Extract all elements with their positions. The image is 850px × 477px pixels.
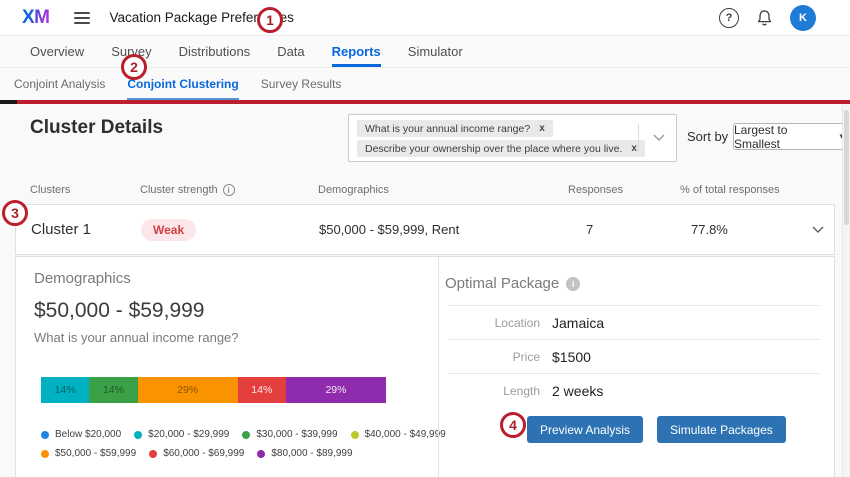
- column-header: Clusters i: [30, 184, 140, 196]
- column-header: Responses i: [568, 184, 680, 196]
- header-actions: ? K: [719, 5, 816, 31]
- package-attribute-row: Length 2 weeks: [448, 373, 820, 407]
- notifications-bell-icon[interactable]: [756, 9, 773, 27]
- question-filter-multiselect[interactable]: What is your annual income range? x Desc…: [348, 114, 677, 162]
- attribute-value: Jamaica: [552, 315, 820, 331]
- chart-legend: Below $20,000 $20,000 - $29,999 $30,000 …: [41, 429, 416, 459]
- legend-item: $20,000 - $29,999: [134, 429, 229, 440]
- app-window: XM Vacation Package Preferences ? K Over…: [0, 0, 850, 477]
- legend-item: $30,000 - $39,999: [242, 429, 337, 440]
- collapse-row-chevron-icon[interactable]: [812, 226, 824, 234]
- column-header: % of total responses i: [680, 184, 800, 196]
- legend-dot: [242, 431, 250, 439]
- bar-segment: 14%: [238, 377, 286, 403]
- report-subtab[interactable]: Conjoint Analysis: [14, 68, 105, 100]
- page-title: Cluster Details: [30, 117, 163, 139]
- main-tab[interactable]: Distributions: [179, 36, 251, 67]
- optimal-package-panel: Optimal Package i Location Jamaica Price…: [438, 257, 834, 477]
- main-tab[interactable]: Data: [277, 36, 304, 67]
- xm-logo[interactable]: XM: [22, 7, 50, 29]
- filter-tag: Describe your ownership over the place w…: [357, 140, 645, 157]
- legend-item: $60,000 - $69,999: [149, 448, 244, 459]
- main-tab[interactable]: Reports: [332, 36, 381, 67]
- app-header: XM Vacation Package Preferences ? K: [0, 0, 850, 36]
- scrollbar-thumb[interactable]: [844, 110, 849, 225]
- legend-row: Below $20,000 $20,000 - $29,999 $30,000 …: [41, 429, 446, 440]
- income-distribution-bar: 14% 14% 29% 14%: [41, 377, 386, 403]
- filter-chevron-down-icon[interactable]: [653, 134, 665, 142]
- attribute-label: Length: [448, 384, 540, 398]
- cluster-table-header: Clusters i Cluster strength i Demographi…: [15, 184, 835, 196]
- user-avatar[interactable]: K: [790, 5, 816, 31]
- attribute-label: Price: [448, 350, 540, 364]
- legend-dot: [351, 431, 359, 439]
- legend-dot: [257, 450, 265, 458]
- demographics-title: Demographics: [34, 270, 418, 287]
- annotation-step-2: 2: [121, 54, 147, 80]
- legend-row: $50,000 - $59,999 $60,000 - $69,999 $80,…: [41, 448, 353, 459]
- filter-divider: [638, 124, 639, 152]
- info-icon[interactable]: i: [223, 184, 235, 196]
- cluster-responses-cell: 7: [569, 222, 681, 237]
- demographics-top-answer: $50,000 - $59,999: [34, 299, 418, 323]
- main-tab[interactable]: Simulator: [408, 36, 463, 67]
- column-header: Demographics i: [318, 184, 568, 196]
- filter-tag-list: What is your annual income range? x Desc…: [357, 120, 645, 157]
- legend-item: $40,000 - $49,999: [351, 429, 446, 440]
- bar-segment: 14%: [41, 377, 89, 403]
- column-header: Cluster strength i: [140, 184, 318, 196]
- demographics-panel: Demographics $50,000 - $59,999 What is y…: [16, 257, 438, 477]
- sort-by-label: Sort by: [687, 129, 728, 144]
- bar-segment: 29%: [138, 377, 238, 403]
- cluster-pct-cell: 77.8%: [681, 222, 801, 237]
- cluster-demographics-cell: $50,000 - $59,999, Rent: [319, 222, 569, 237]
- legend-dot: [41, 431, 49, 439]
- main-tab[interactable]: Overview: [30, 36, 84, 67]
- sort-order-dropdown[interactable]: Largest to Smallest ▾: [733, 123, 845, 150]
- attribute-value: 2 weeks: [552, 383, 820, 399]
- report-subtab[interactable]: Survey Results: [261, 68, 342, 100]
- annotation-step-3: 3: [2, 200, 28, 226]
- legend-dot: [149, 450, 157, 458]
- cluster-row[interactable]: Cluster 1 Weak $50,000 - $59,999, Rent 7…: [15, 204, 835, 255]
- action-button[interactable]: Preview Analysis: [527, 416, 643, 443]
- legend-item: $50,000 - $59,999: [41, 448, 136, 459]
- legend-item: Below $20,000: [41, 429, 121, 440]
- package-attribute-row: Location Jamaica: [448, 305, 820, 339]
- bar-segment: 14%: [89, 377, 137, 403]
- annotation-divider-line: [0, 100, 850, 104]
- info-icon[interactable]: i: [566, 277, 580, 291]
- remove-tag-icon[interactable]: x: [539, 123, 545, 134]
- filter-tag: What is your annual income range? x: [357, 120, 553, 137]
- demographics-question: What is your annual income range?: [34, 330, 418, 345]
- remove-tag-icon[interactable]: x: [631, 143, 637, 154]
- cluster-report-content: Cluster Details What is your annual inco…: [0, 104, 850, 477]
- package-attribute-row: Price $1500: [448, 339, 820, 373]
- vertical-scrollbar[interactable]: [842, 104, 850, 477]
- help-icon[interactable]: ?: [719, 8, 739, 28]
- annotation-step-4: 4: [500, 412, 526, 438]
- legend-dot: [41, 450, 49, 458]
- cluster-detail-panel: Demographics $50,000 - $59,999 What is y…: [15, 256, 835, 477]
- package-attributes: Location Jamaica Price $1500 Length 2 we…: [445, 305, 822, 407]
- action-button[interactable]: Simulate Packages: [657, 416, 786, 443]
- legend-item: $80,000 - $89,999: [257, 448, 352, 459]
- cluster-strength-badge: Weak: [141, 219, 196, 241]
- legend-dot: [134, 431, 142, 439]
- annotation-step-1: 1: [257, 7, 283, 33]
- optimal-package-title: Optimal Package: [445, 275, 559, 292]
- cluster-name: Cluster 1: [31, 221, 141, 238]
- attribute-value: $1500: [552, 349, 820, 365]
- bar-segment: 29%: [286, 377, 386, 403]
- package-actions: Preview Analysis Simulate Packages: [527, 416, 822, 443]
- attribute-label: Location: [448, 316, 540, 330]
- hamburger-menu-icon[interactable]: [74, 12, 90, 24]
